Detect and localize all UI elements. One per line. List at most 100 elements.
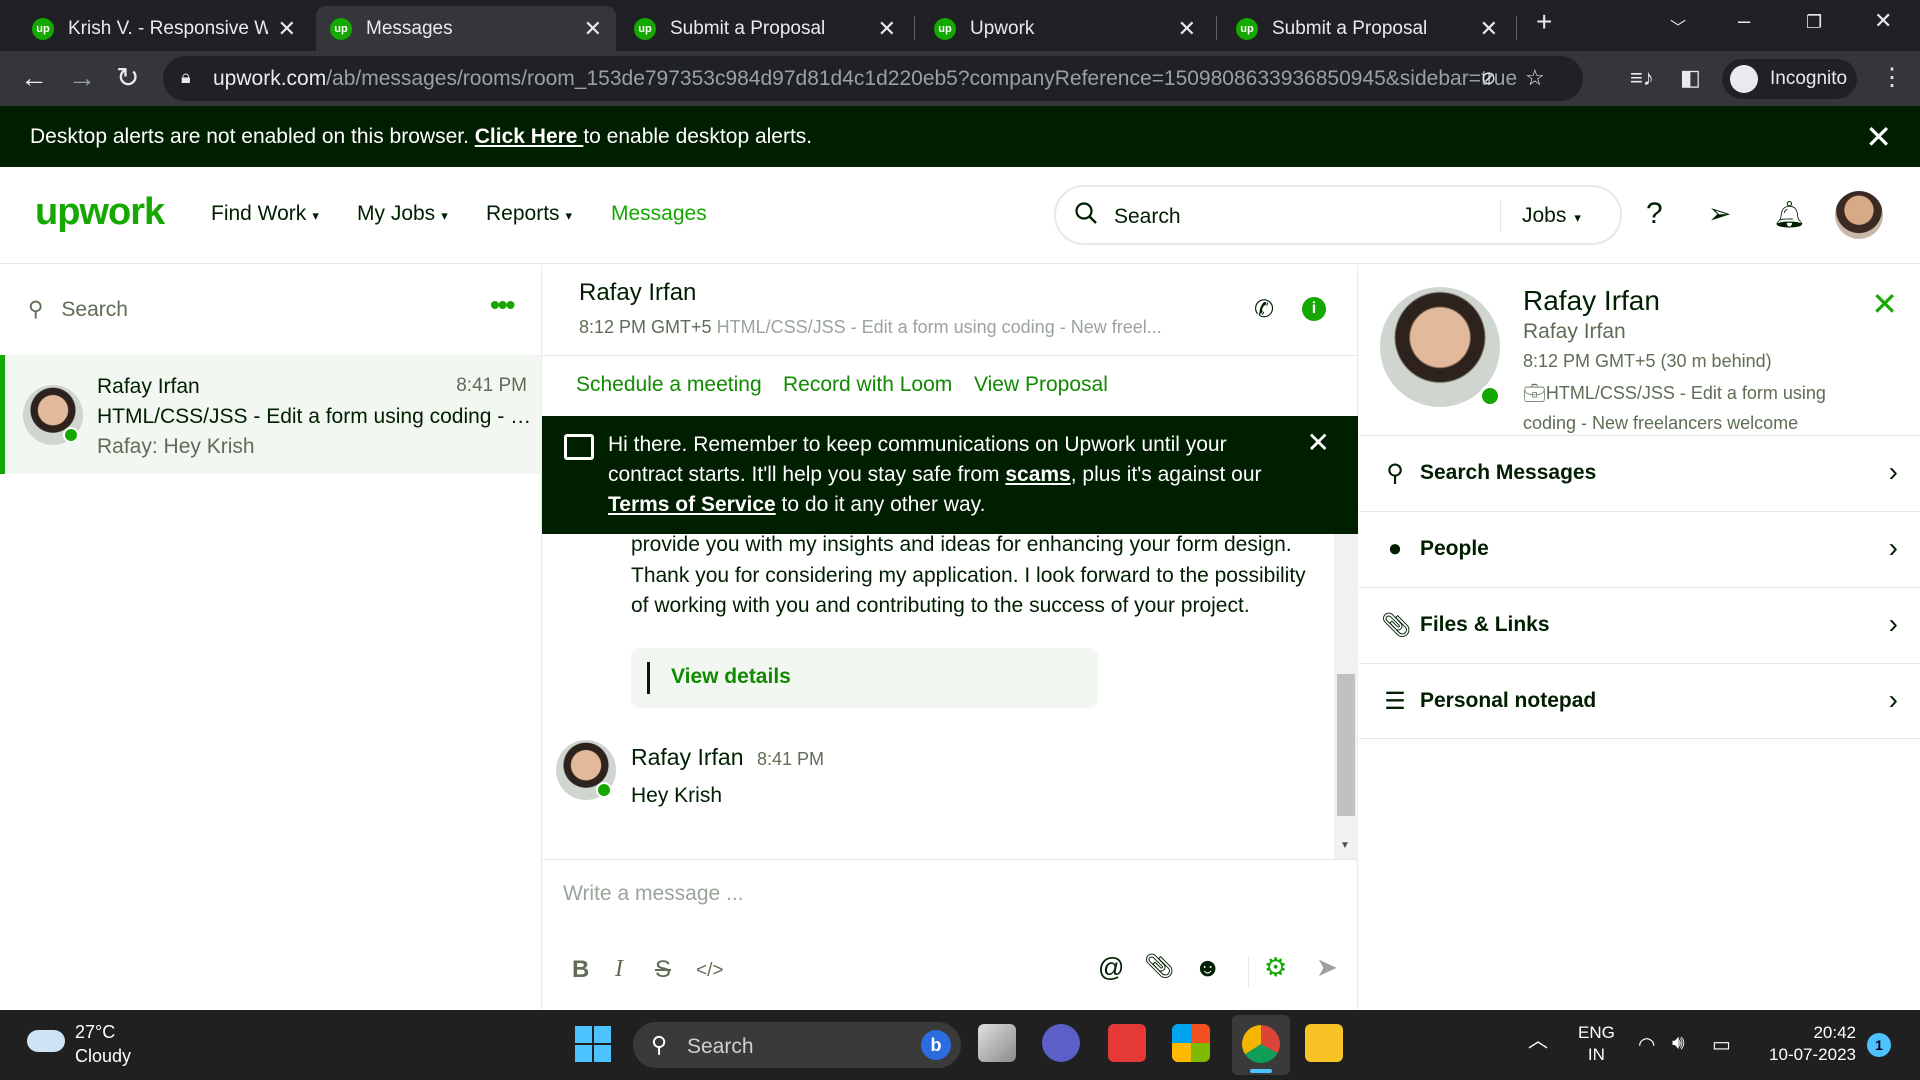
close-tab-icon[interactable]: ✕ — [278, 16, 296, 42]
rooms-search[interactable]: ⚲ Search — [28, 297, 128, 322]
upwork-logo[interactable]: upwork — [35, 191, 165, 234]
forward-icon[interactable]: → — [68, 61, 96, 95]
bing-icon[interactable]: b — [921, 1030, 951, 1060]
clock-date: 10-07-2023 — [1769, 1045, 1856, 1064]
restore-icon[interactable]: ❐ — [1806, 12, 1822, 33]
files-links-row[interactable]: 📎︎ Files & Links › — [1359, 587, 1920, 663]
bookmark-star-icon[interactable]: ☆ — [1525, 65, 1545, 91]
attachment-icon[interactable]: 📎︎ — [1144, 952, 1174, 981]
url-text[interactable]: upwork.com/ab/messages/rooms/room_153de7… — [213, 67, 1517, 91]
scams-link[interactable]: scams — [1005, 463, 1070, 486]
microsoft-store-icon[interactable] — [1172, 1024, 1210, 1062]
lock-icon[interactable]: 🔒︎ — [181, 67, 191, 88]
header-search[interactable]: Search Jobs ▾ — [1054, 185, 1622, 245]
browser-menu-icon[interactable]: ⋮ — [1880, 61, 1904, 95]
search-messages-row[interactable]: ⚲ Search Messages › — [1359, 435, 1920, 511]
thread-scrollbar[interactable]: ▼ — [1334, 534, 1358, 859]
new-tab-icon[interactable]: + — [1536, 6, 1552, 38]
browser-tab[interactable]: up Submit a Proposal ✕ — [1222, 6, 1512, 51]
browser-tab[interactable]: up Submit a Proposal ✕ — [620, 6, 910, 51]
help-icon[interactable]: ? — [1646, 197, 1663, 231]
show-hidden-icons-icon[interactable]: ︿ — [1528, 1024, 1548, 1053]
contact-details-panel: Rafay Irfan Rafay Irfan 8:12 PM GMT+5 (3… — [1359, 265, 1920, 1010]
media-controls-icon[interactable]: ≡♪ — [1630, 61, 1654, 95]
emoji-icon[interactable]: ☻ — [1194, 952, 1221, 983]
system-clock[interactable]: 20:42 10-07-2023 — [1760, 1022, 1856, 1066]
window-close-icon[interactable]: ✕ — [1874, 8, 1892, 34]
settings-gear-icon[interactable]: ⚙ — [1264, 952, 1287, 983]
bold-icon[interactable]: B — [572, 956, 589, 984]
file-explorer-icon[interactable] — [1305, 1024, 1343, 1062]
more-options-icon[interactable]: ••• — [490, 289, 515, 321]
close-tab-icon[interactable]: ✕ — [584, 16, 602, 42]
close-alert-icon[interactable]: ✕ — [1865, 118, 1892, 156]
close-tab-icon[interactable]: ✕ — [1480, 16, 1498, 42]
mention-icon[interactable]: @ — [1098, 952, 1124, 983]
online-status-dot — [596, 782, 612, 798]
chrome-taskbar-item[interactable] — [1232, 1015, 1290, 1075]
search-scope-dropdown[interactable]: Jobs ▾ — [1522, 204, 1581, 228]
chat-contact-name[interactable]: Rafay Irfan — [579, 279, 696, 307]
wifi-icon[interactable]: ◠ — [1638, 1032, 1655, 1057]
record-loom-link[interactable]: Record with Loom — [783, 373, 952, 397]
message-input[interactable]: Write a message ... — [563, 882, 744, 906]
code-icon[interactable]: </> — [696, 960, 723, 982]
search-input[interactable]: Search — [1114, 205, 1181, 229]
nav-my-jobs[interactable]: My Jobs ▾ — [357, 202, 448, 226]
volume-icon[interactable]: 🔊︎ — [1672, 1032, 1685, 1055]
nav-reports[interactable]: Reports ▾ — [486, 202, 572, 226]
message-sender[interactable]: Rafay Irfan — [631, 744, 744, 771]
enable-alerts-link[interactable]: Click Here — [475, 125, 584, 148]
browser-tab-active[interactable]: up Messages ✕ — [316, 6, 616, 51]
view-details-card[interactable]: View details — [631, 648, 1098, 708]
phone-call-icon[interactable]: ✆ — [1254, 295, 1274, 324]
address-bar[interactable]: 🔒︎ upwork.com/ab/messages/rooms/room_153… — [163, 56, 1583, 101]
scroll-down-arrow-icon[interactable]: ▼ — [1340, 840, 1350, 851]
close-panel-icon[interactable]: ✕ — [1871, 285, 1898, 323]
chat-job-title[interactable]: HTML/CSS/JSS - Edit a form using coding … — [717, 317, 1162, 337]
notification-count-badge[interactable]: 1 — [1867, 1033, 1891, 1057]
profile-name[interactable]: Rafay Irfan — [1523, 285, 1660, 317]
personal-notepad-row[interactable]: ☰ Personal notepad › — [1359, 663, 1920, 739]
direct-contracts-icon[interactable]: ➢ — [1708, 197, 1731, 230]
italic-icon[interactable]: I — [615, 956, 623, 983]
teams-chat-icon[interactable] — [1042, 1024, 1080, 1062]
side-panel-icon[interactable]: ◧ — [1680, 61, 1701, 95]
terms-of-service-link[interactable]: Terms of Service — [608, 493, 776, 516]
close-tab-icon[interactable]: ✕ — [1178, 16, 1196, 42]
tab-search-chevron-icon[interactable]: ﹀ — [1670, 14, 1686, 38]
warning-part: , plus it's against our — [1070, 463, 1262, 486]
schedule-meeting-link[interactable]: Schedule a meeting — [576, 373, 762, 397]
close-tab-icon[interactable]: ✕ — [878, 16, 896, 42]
nav-find-work[interactable]: Find Work ▾ — [211, 202, 319, 226]
battery-icon[interactable]: ▭ — [1712, 1032, 1731, 1057]
close-warning-icon[interactable]: ✕ — [1307, 426, 1330, 459]
people-row[interactable]: ● People › — [1359, 511, 1920, 587]
view-proposal-link[interactable]: View Proposal — [974, 373, 1108, 397]
language-indicator[interactable]: ENG IN — [1578, 1022, 1615, 1066]
view-details-link[interactable]: View details — [671, 665, 791, 689]
browser-tab[interactable]: up Krish V. - Responsive Web ✕ — [18, 6, 310, 51]
task-view-icon[interactable] — [978, 1024, 1016, 1062]
search-icon: ⚲ — [1386, 460, 1404, 487]
reload-icon[interactable]: ↻ — [116, 61, 139, 95]
windows-taskbar: 27°C Cloudy ⚲ Search b ︿ ENG IN ◠ 🔊︎ ▭ 20… — [0, 1010, 1920, 1080]
message-text: Hey Krish — [631, 784, 723, 807]
minimize-icon[interactable]: – — [1738, 8, 1750, 34]
nav-messages[interactable]: Messages — [611, 202, 707, 226]
anydesk-icon[interactable] — [1108, 1024, 1146, 1062]
notifications-bell-icon[interactable]: 🔔︎ — [1773, 199, 1806, 230]
info-icon[interactable]: i — [1302, 297, 1326, 321]
windows-start-icon[interactable] — [575, 1026, 611, 1062]
room-list-item[interactable]: Rafay Irfan 8:41 PM HTML/CSS/JSS - Edit … — [0, 355, 541, 474]
send-icon[interactable]: ➤ — [1316, 952, 1338, 983]
taskbar-search[interactable]: ⚲ Search b — [633, 1022, 961, 1068]
scrollbar-thumb[interactable] — [1337, 674, 1355, 816]
user-avatar[interactable] — [1835, 191, 1883, 239]
incognito-badge[interactable]: Incognito — [1722, 59, 1857, 99]
strikethrough-icon[interactable]: S — [655, 956, 671, 984]
browser-tab[interactable]: up Upwork ✕ — [920, 6, 1210, 51]
tracking-blocked-eye-icon[interactable]: ⊘ — [1481, 68, 1496, 89]
message-thread[interactable]: provide you with my insights and ideas f… — [542, 534, 1342, 859]
back-icon[interactable]: ← — [20, 61, 48, 95]
